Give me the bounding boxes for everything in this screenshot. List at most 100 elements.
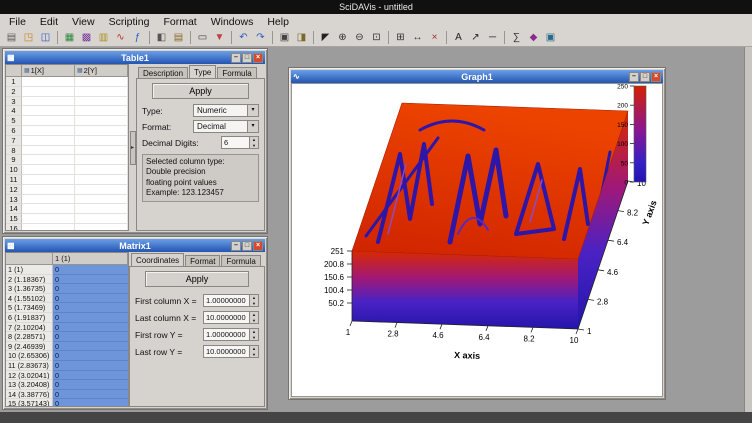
row-header[interactable]: 8 xyxy=(6,146,22,156)
table1-tab-formula[interactable]: Formula xyxy=(217,67,256,78)
matrix1-tab-format[interactable]: Format xyxy=(185,255,220,266)
close-button[interactable]: × xyxy=(651,72,661,82)
matrix-row-header[interactable]: 11 (2.83673) xyxy=(6,361,53,371)
matrix-cell[interactable]: 0 xyxy=(53,399,128,407)
table-cell[interactable] xyxy=(22,224,75,231)
matrix-cell[interactable]: 0 xyxy=(53,323,128,333)
spinner-arrows[interactable]: ▲▼ xyxy=(249,295,258,306)
spin-down-icon[interactable]: ▼ xyxy=(250,335,258,341)
table-cell[interactable] xyxy=(75,224,128,231)
matrix-cell[interactable]: 0 xyxy=(53,313,128,323)
table-cell[interactable] xyxy=(22,136,75,146)
spinner-arrows[interactable]: ▲▼ xyxy=(249,346,258,357)
menu-windows[interactable]: Windows xyxy=(204,16,261,28)
paste-selection-button[interactable]: ◨ xyxy=(293,30,310,46)
table1-panel-collapse[interactable]: ▸ xyxy=(129,64,136,231)
table1-corner-cell[interactable] xyxy=(6,65,22,77)
table1-column-header-1[interactable]: ▦ 1[X] xyxy=(22,65,75,77)
remove-data-points-button[interactable]: × xyxy=(426,30,443,46)
decimal-digits-spinbox[interactable]: 6 ▲▼ xyxy=(221,136,259,149)
matrix-row-header[interactable]: 8 (2.28571) xyxy=(6,332,53,342)
spin-down-icon[interactable]: ▼ xyxy=(250,143,258,149)
matrix-cell[interactable]: 0 xyxy=(53,371,128,381)
table-cell[interactable] xyxy=(75,97,128,107)
rescale-to-show-all-button[interactable]: ⊡ xyxy=(368,30,385,46)
table-cell[interactable] xyxy=(22,97,75,107)
table-cell[interactable] xyxy=(75,195,128,205)
table-cell[interactable] xyxy=(75,106,128,116)
row-header[interactable]: 5 xyxy=(6,116,22,126)
table-cell[interactable] xyxy=(75,77,128,87)
table-cell[interactable] xyxy=(75,136,128,146)
menu-help[interactable]: Help xyxy=(260,16,296,28)
row-header[interactable]: 6 xyxy=(6,126,22,136)
table1-tab-description[interactable]: Description xyxy=(138,67,188,78)
minimize-button[interactable]: – xyxy=(231,241,241,251)
print-button[interactable]: ▭ xyxy=(194,30,211,46)
table-cell[interactable] xyxy=(75,126,128,136)
save-project-button[interactable]: ◫ xyxy=(37,30,54,46)
duplicate-window-button[interactable]: ▣ xyxy=(542,30,559,46)
menu-file[interactable]: File xyxy=(2,16,33,28)
restore-button[interactable]: □ xyxy=(242,241,252,251)
zoom-in-button[interactable]: ⊕ xyxy=(334,30,351,46)
table-cell[interactable] xyxy=(22,155,75,165)
matrix-row-header[interactable]: 13 (3.20408) xyxy=(6,380,53,390)
matrix-row-header[interactable]: 10 (2.65306) xyxy=(6,351,53,361)
row-header[interactable]: 3 xyxy=(6,97,22,107)
matrix-row-header[interactable]: 9 (2.46939) xyxy=(6,342,53,352)
menu-scripting[interactable]: Scripting xyxy=(102,16,157,28)
window-titlebar[interactable]: SciDAVis - untitled xyxy=(0,0,752,14)
row-header[interactable]: 7 xyxy=(6,136,22,146)
menu-view[interactable]: View xyxy=(65,16,102,28)
open-project-button[interactable]: ◳ xyxy=(20,30,37,46)
table-cell[interactable] xyxy=(22,106,75,116)
matrix-row-header[interactable]: 7 (2.10204) xyxy=(6,323,53,333)
matrix1-column-header[interactable]: 1 (1) xyxy=(53,253,128,265)
workspace-vertical-scrollbar[interactable] xyxy=(744,47,752,412)
table-cell[interactable] xyxy=(75,116,128,126)
copy-selection-button[interactable]: ▣ xyxy=(276,30,293,46)
matrix-cell[interactable]: 0 xyxy=(53,275,128,285)
table-cell[interactable] xyxy=(75,155,128,165)
matrix1-titlebar[interactable]: ▩ Matrix1 –□× xyxy=(5,239,265,252)
project-explorer-button[interactable]: ◧ xyxy=(153,30,170,46)
matrix1-tab-formula[interactable]: Formula xyxy=(221,255,260,266)
table-cell[interactable] xyxy=(22,146,75,156)
matrix-cell[interactable]: 0 xyxy=(53,303,128,313)
matrix-row-header[interactable]: 12 (3.02041) xyxy=(6,371,53,381)
matrix-row-header[interactable]: 4 (1.55102) xyxy=(6,294,53,304)
table-cell[interactable] xyxy=(22,116,75,126)
table-cell[interactable] xyxy=(22,126,75,136)
new-table-button[interactable]: ▦ xyxy=(61,30,78,46)
row-header[interactable]: 14 xyxy=(6,204,22,214)
add-function-button[interactable]: ∑ xyxy=(508,30,525,46)
table-cell[interactable] xyxy=(75,214,128,224)
graph1-canvas[interactable]: 251200.8150.6100.450.2 12.84.66.48.210 1… xyxy=(291,83,663,397)
table-cell[interactable] xyxy=(75,165,128,175)
zoom-out-button[interactable]: ⊖ xyxy=(351,30,368,46)
matrix-cell[interactable]: 0 xyxy=(53,284,128,294)
export-pdf-button[interactable]: ▼ xyxy=(211,30,228,46)
type-apply-button[interactable]: Apply xyxy=(152,83,249,99)
coords-apply-button[interactable]: Apply xyxy=(145,271,249,287)
matrix-row-header[interactable]: 2 (1.18367) xyxy=(6,275,53,285)
minimize-button[interactable]: – xyxy=(231,53,241,63)
row-header[interactable]: 10 xyxy=(6,165,22,175)
spinner-arrows[interactable]: ▲▼ xyxy=(249,137,258,148)
row-header[interactable]: 15 xyxy=(6,214,22,224)
restore-button[interactable]: □ xyxy=(640,72,650,82)
matrix-row-header[interactable]: 6 (1.91837) xyxy=(6,313,53,323)
table-cell[interactable] xyxy=(75,204,128,214)
draw-line-button[interactable]: ─ xyxy=(484,30,501,46)
new-note-button[interactable]: ▥ xyxy=(95,30,112,46)
new-graph-button[interactable]: ∿ xyxy=(112,30,129,46)
matrix-cell[interactable]: 0 xyxy=(53,361,128,371)
table-cell[interactable] xyxy=(22,204,75,214)
matrix-cell[interactable]: 0 xyxy=(53,351,128,361)
table-cell[interactable] xyxy=(22,87,75,97)
matrix-row-header[interactable]: 1 (1) xyxy=(6,265,53,275)
row-header[interactable]: 2 xyxy=(6,87,22,97)
new-function-plot-button[interactable]: ƒ xyxy=(129,30,146,46)
spin-down-icon[interactable]: ▼ xyxy=(250,318,258,324)
